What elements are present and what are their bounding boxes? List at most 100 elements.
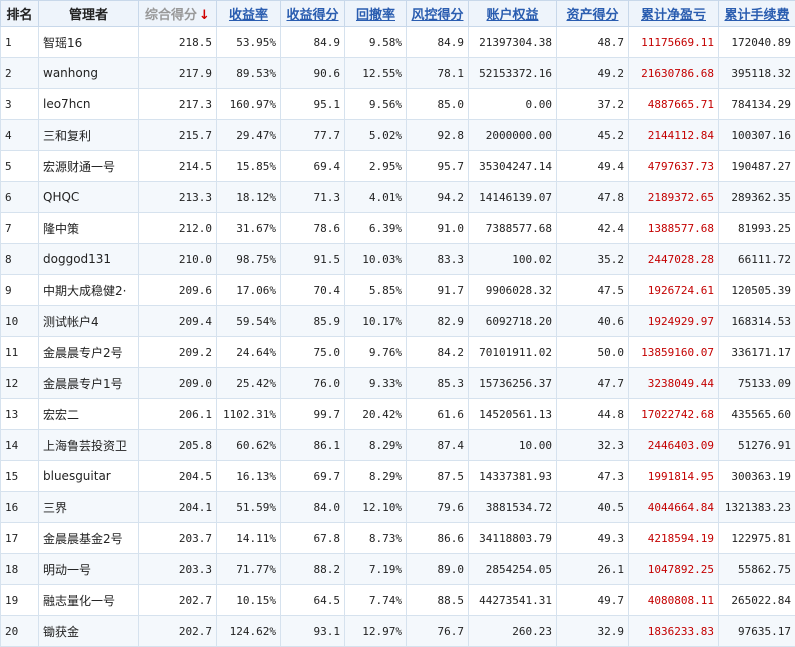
drawdown-cell: 9.76% — [345, 337, 407, 368]
manager-cell: 宏宏二 — [39, 399, 139, 430]
asset-score-cell: 35.2 — [557, 244, 629, 275]
header-net-pnl[interactable]: 累计净盈亏 — [629, 1, 719, 27]
total-score-cell: 203.7 — [139, 523, 217, 554]
fees-cell: 265022.84 — [719, 585, 795, 616]
header-return-rate[interactable]: 收益率 — [217, 1, 281, 27]
risk-score-cell: 87.4 — [407, 430, 469, 461]
equity-cell: 3881534.72 — [469, 492, 557, 523]
risk-score-cell: 82.9 — [407, 306, 469, 337]
rank-cell: 5 — [1, 151, 39, 182]
equity-cell: 52153372.16 — [469, 58, 557, 89]
manager-cell: 锄获金 — [39, 616, 139, 647]
header-total-score-label[interactable]: 综合得分 — [145, 8, 197, 23]
manager-cell: 上海鲁芸投资卫 — [39, 430, 139, 461]
drawdown-cell: 12.97% — [345, 616, 407, 647]
drawdown-cell: 5.85% — [345, 275, 407, 306]
total-score-cell: 203.3 — [139, 554, 217, 585]
table-row: 7隆中策212.031.67%78.66.39%91.07388577.6842… — [1, 213, 795, 244]
return-score-cell: 69.7 — [281, 461, 345, 492]
fees-cell: 395118.32 — [719, 58, 795, 89]
fees-cell: 168314.53 — [719, 306, 795, 337]
risk-score-cell: 83.3 — [407, 244, 469, 275]
net-pnl-cell: 17022742.68 — [629, 399, 719, 430]
fees-cell: 190487.27 — [719, 151, 795, 182]
header-risk-score-link[interactable]: 风控得分 — [411, 8, 463, 23]
fees-cell: 300363.19 — [719, 461, 795, 492]
equity-cell: 21397304.38 — [469, 27, 557, 58]
net-pnl-cell: 2446403.09 — [629, 430, 719, 461]
header-fees[interactable]: 累计手续费 — [719, 1, 795, 27]
manager-cell: QHQC — [39, 182, 139, 213]
risk-score-cell: 88.5 — [407, 585, 469, 616]
header-risk-score[interactable]: 风控得分 — [407, 1, 469, 27]
rank-cell: 17 — [1, 523, 39, 554]
total-score-cell: 218.5 — [139, 27, 217, 58]
asset-score-cell: 49.2 — [557, 58, 629, 89]
total-score-cell: 204.1 — [139, 492, 217, 523]
asset-score-cell: 26.1 — [557, 554, 629, 585]
rank-cell: 9 — [1, 275, 39, 306]
header-manager-label: 管理者 — [69, 8, 108, 23]
return-score-cell: 77.7 — [281, 120, 345, 151]
table-row: 3leo7hcn217.3160.97%95.19.56%85.00.0037.… — [1, 89, 795, 120]
risk-score-cell: 91.0 — [407, 213, 469, 244]
table-body: 1智瑶16218.553.95%84.99.58%84.921397304.38… — [1, 27, 795, 647]
net-pnl-cell: 13859160.07 — [629, 337, 719, 368]
drawdown-cell: 12.55% — [345, 58, 407, 89]
drawdown-cell: 2.95% — [345, 151, 407, 182]
manager-cell: 三界 — [39, 492, 139, 523]
fees-cell: 75133.09 — [719, 368, 795, 399]
header-return-score[interactable]: 收益得分 — [281, 1, 345, 27]
equity-cell: 34118803.79 — [469, 523, 557, 554]
rank-cell: 18 — [1, 554, 39, 585]
header-return-score-link[interactable]: 收益得分 — [286, 8, 338, 23]
drawdown-cell: 12.10% — [345, 492, 407, 523]
fees-cell: 172040.89 — [719, 27, 795, 58]
asset-score-cell: 32.3 — [557, 430, 629, 461]
return-rate-cell: 71.77% — [217, 554, 281, 585]
rank-cell: 3 — [1, 89, 39, 120]
asset-score-cell: 49.3 — [557, 523, 629, 554]
rank-cell: 15 — [1, 461, 39, 492]
table-row: 12金晨晨专户1号209.025.42%76.09.33%85.31573625… — [1, 368, 795, 399]
asset-score-cell: 47.3 — [557, 461, 629, 492]
rank-cell: 13 — [1, 399, 39, 430]
header-asset-score[interactable]: 资产得分 — [557, 1, 629, 27]
rank-cell: 1 — [1, 27, 39, 58]
header-drawdown[interactable]: 回撤率 — [345, 1, 407, 27]
equity-cell: 9906028.32 — [469, 275, 557, 306]
return-score-cell: 75.0 — [281, 337, 345, 368]
manager-cell: wanhong — [39, 58, 139, 89]
return-score-cell: 78.6 — [281, 213, 345, 244]
table-row: 16三界204.151.59%84.012.10%79.63881534.724… — [1, 492, 795, 523]
rank-cell: 7 — [1, 213, 39, 244]
net-pnl-cell: 1924929.97 — [629, 306, 719, 337]
header-net-pnl-link[interactable]: 累计净盈亏 — [641, 8, 706, 23]
asset-score-cell: 44.8 — [557, 399, 629, 430]
drawdown-cell: 20.42% — [345, 399, 407, 430]
header-asset-score-link[interactable]: 资产得分 — [566, 8, 618, 23]
return-score-cell: 85.9 — [281, 306, 345, 337]
return-rate-cell: 53.95% — [217, 27, 281, 58]
header-return-rate-link[interactable]: 收益率 — [229, 8, 268, 23]
asset-score-cell: 45.2 — [557, 120, 629, 151]
header-equity-link[interactable]: 账户权益 — [486, 8, 538, 23]
header-equity[interactable]: 账户权益 — [469, 1, 557, 27]
return-rate-cell: 17.06% — [217, 275, 281, 306]
header-total-score[interactable]: 综合得分↓ — [139, 1, 217, 27]
table-row: 5宏源财通一号214.515.85%69.42.95%95.735304247.… — [1, 151, 795, 182]
return-score-cell: 91.5 — [281, 244, 345, 275]
risk-score-cell: 78.1 — [407, 58, 469, 89]
total-score-cell: 206.1 — [139, 399, 217, 430]
total-score-cell: 209.0 — [139, 368, 217, 399]
manager-cell: 三和复利 — [39, 120, 139, 151]
header-drawdown-link[interactable]: 回撤率 — [356, 8, 395, 23]
fees-cell: 120505.39 — [719, 275, 795, 306]
fees-cell: 81993.25 — [719, 213, 795, 244]
net-pnl-cell: 4218594.19 — [629, 523, 719, 554]
return-score-cell: 95.1 — [281, 89, 345, 120]
manager-cell: 金晨晨基金2号 — [39, 523, 139, 554]
total-score-cell: 210.0 — [139, 244, 217, 275]
header-fees-link[interactable]: 累计手续费 — [724, 8, 789, 23]
return-rate-cell: 14.11% — [217, 523, 281, 554]
